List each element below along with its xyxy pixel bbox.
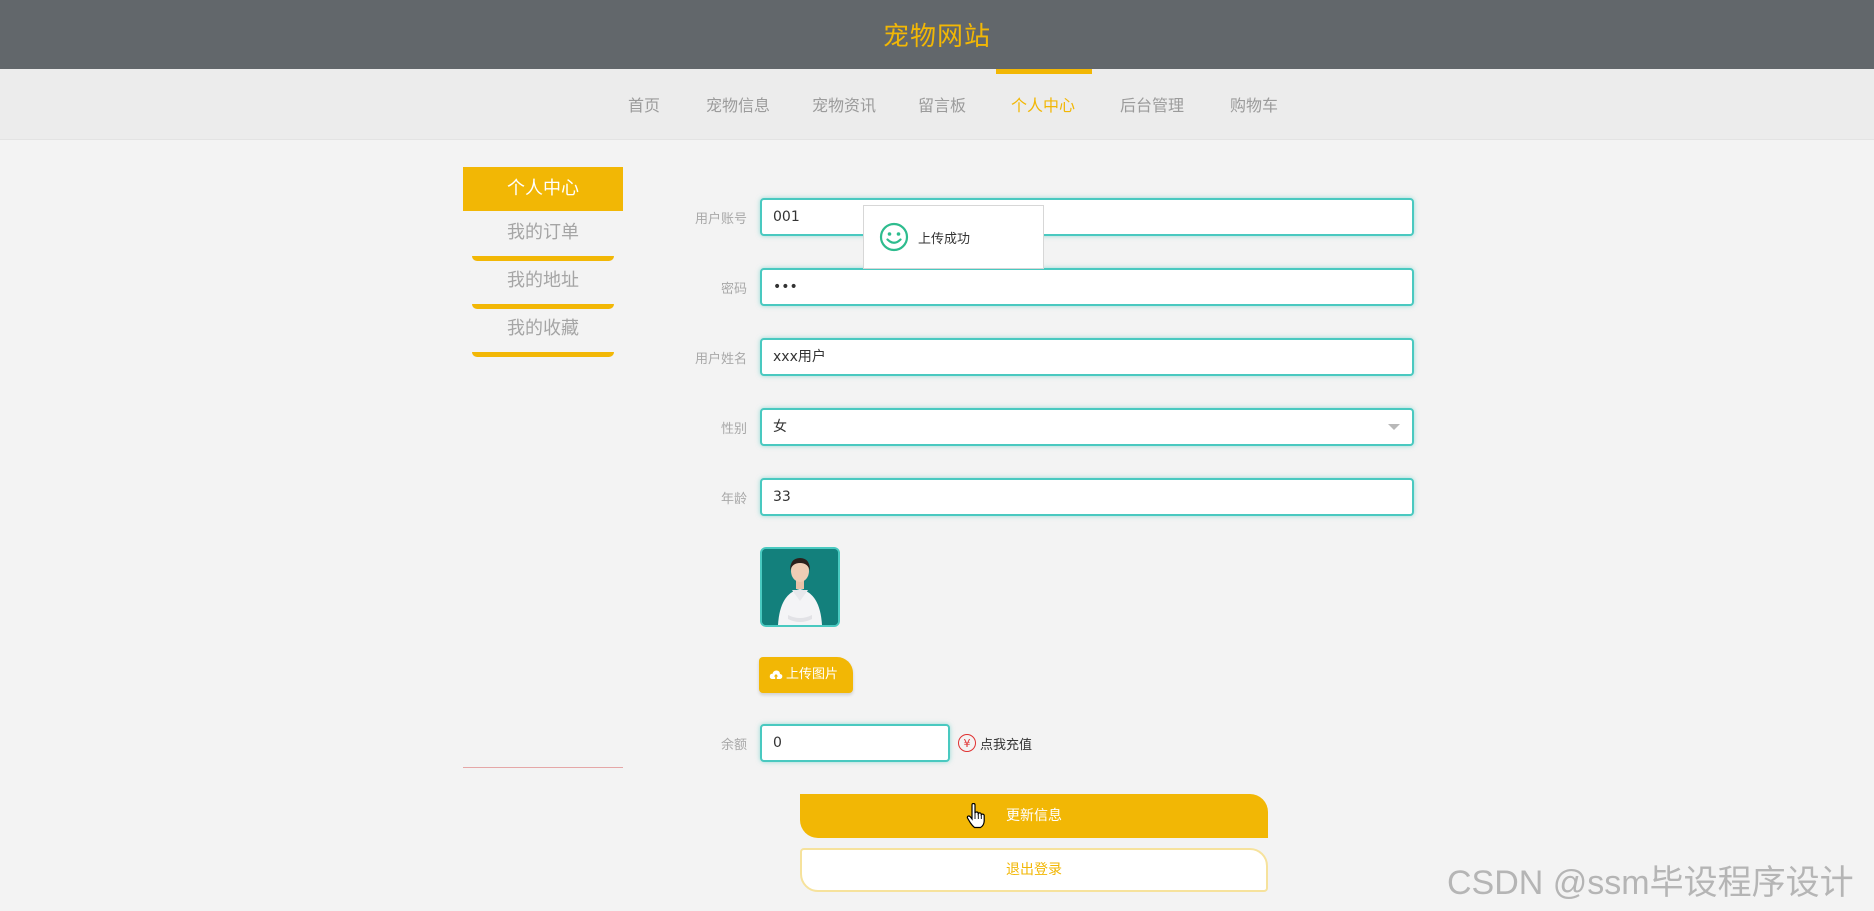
balance-label: 余额 <box>720 738 747 753</box>
nav-item-pet-info[interactable]: 宠物信息 <box>706 69 770 139</box>
main-nav: 首页 宠物信息 宠物资讯 留言板 个人中心 后台管理 购物车 <box>0 69 1874 140</box>
password-label: 密码 <box>720 282 747 297</box>
age-input[interactable]: 33 <box>760 478 1414 516</box>
gender-select[interactable]: 女 <box>760 408 1414 446</box>
avatar-image <box>760 547 840 627</box>
update-info-button[interactable]: 更新信息 <box>800 794 1268 838</box>
nav-item-admin[interactable]: 后台管理 <box>1120 69 1184 139</box>
nav-item-personal-center[interactable]: 个人中心 <box>1011 69 1075 139</box>
sidebar-item-addresses[interactable]: 我的地址 <box>463 261 623 309</box>
smile-icon <box>879 222 909 252</box>
username-input[interactable]: 001 <box>760 198 1414 236</box>
nav-item-cart[interactable]: 购物车 <box>1230 69 1278 139</box>
upload-success-toast: 上传成功 <box>863 205 1044 269</box>
nav-item-pet-news[interactable]: 宠物资讯 <box>812 69 876 139</box>
upload-image-label: 上传图片 <box>786 667 839 682</box>
upload-image-button[interactable]: 上传图片 <box>759 657 853 693</box>
recharge-link[interactable]: ¥ 点我充值 <box>958 731 1032 755</box>
password-input[interactable]: ••• <box>760 268 1414 306</box>
avatar-person-illustration <box>762 549 838 625</box>
toast-message: 上传成功 <box>918 231 971 247</box>
recharge-label: 点我充值 <box>980 737 1033 753</box>
site-title: 宠物网站 <box>882 22 991 52</box>
username-label: 用户账号 <box>694 212 747 227</box>
hand-pointer-cursor-icon <box>966 803 985 829</box>
site-header: 宠物网站 <box>0 0 1874 69</box>
sidebar-item-orders[interactable]: 我的订单 <box>463 213 623 261</box>
sidebar-item-favorites[interactable]: 我的收藏 <box>463 309 623 357</box>
age-label: 年龄 <box>720 492 747 507</box>
nav-item-home[interactable]: 首页 <box>628 69 660 139</box>
sidebar-title-personal-center[interactable]: 个人中心 <box>463 167 623 211</box>
gender-label: 性别 <box>720 422 747 437</box>
yen-icon: ¥ <box>958 734 976 752</box>
chevron-down-icon <box>1388 424 1400 430</box>
balance-input[interactable]: 0 <box>760 724 950 762</box>
gender-select-value: 女 <box>773 419 787 435</box>
name-label: 用户姓名 <box>694 352 747 367</box>
logout-button[interactable]: 退出登录 <box>800 848 1268 892</box>
watermark: CSDN @ssm毕设程序设计 <box>1447 864 1854 902</box>
cloud-upload-icon <box>769 670 783 679</box>
nav-item-message-board[interactable]: 留言板 <box>918 69 966 139</box>
sidebar-divider <box>463 767 623 768</box>
name-input[interactable]: xxx用户 <box>760 338 1414 376</box>
